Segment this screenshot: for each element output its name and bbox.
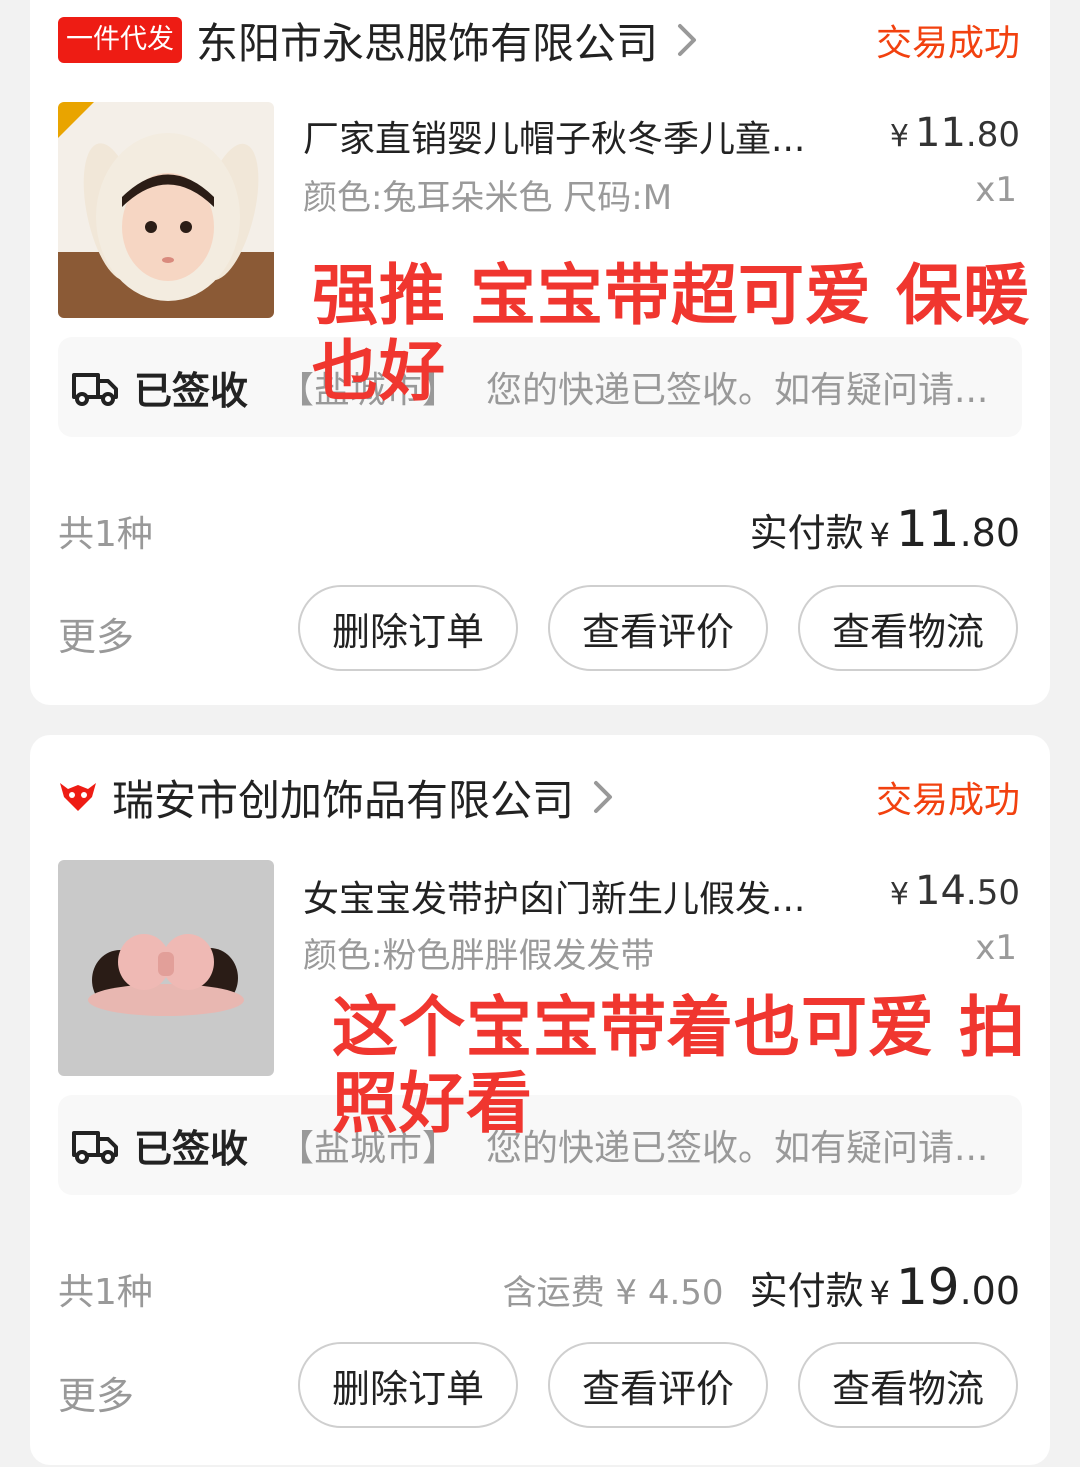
- shipping-fee: 含运费 ¥ 4.50: [502, 1273, 724, 1313]
- tmall-icon: [60, 783, 96, 811]
- overlay-line: 照好看: [332, 1065, 533, 1142]
- overlay-caption: 强推 宝宝带超可爱 保暖 也好: [312, 258, 1030, 410]
- logistics-status: 已签收: [134, 368, 249, 413]
- more-link[interactable]: 更多: [58, 606, 134, 661]
- product-variant: 颜色:粉色胖胖假发发带: [303, 936, 655, 976]
- delete-order-button[interactable]: 删除订单: [298, 585, 518, 671]
- view-review-button[interactable]: 查看评价: [548, 1342, 768, 1428]
- store-name[interactable]: 瑞安市创加饰品有限公司: [112, 767, 574, 828]
- product-image[interactable]: [58, 860, 274, 1076]
- more-link[interactable]: 更多: [58, 1365, 134, 1420]
- chevron-right-icon[interactable]: [590, 777, 616, 817]
- wig-headband-image: [58, 860, 274, 1076]
- chevron-right-icon[interactable]: [674, 20, 700, 60]
- baby-hat-image: [58, 102, 274, 318]
- overlay-caption: 这个宝宝带着也可爱 拍 照好看: [332, 990, 1026, 1142]
- order-card[interactable]: 一件代发 东阳市永思服饰有限公司 交易成功 厂家直销婴儿帽子秋冬季儿童... ¥…: [30, 0, 1050, 705]
- view-logistics-button[interactable]: 查看物流: [798, 585, 1018, 671]
- view-logistics-button[interactable]: 查看物流: [798, 1342, 1018, 1428]
- product-image[interactable]: [58, 102, 274, 318]
- delete-order-button[interactable]: 删除订单: [298, 1342, 518, 1428]
- overlay-line: 这个宝宝带着也可爱 拍: [332, 989, 1026, 1066]
- product-title[interactable]: 厂家直销婴儿帽子秋冬季儿童...: [303, 110, 843, 162]
- product-price: ¥11.80: [889, 110, 1020, 156]
- order-total: 实付款 ¥11.80: [749, 500, 1020, 558]
- truck-icon: [72, 373, 118, 406]
- store-row[interactable]: 瑞安市创加饰品有限公司 交易成功: [58, 767, 1020, 827]
- order-total: 含运费 ¥ 4.50 实付款 ¥19.00: [502, 1258, 1020, 1316]
- product-price: ¥14.50: [889, 868, 1020, 914]
- order-status: 交易成功: [875, 23, 1020, 64]
- store-name[interactable]: 东阳市永思服饰有限公司: [196, 10, 658, 71]
- view-review-button[interactable]: 查看评价: [548, 585, 768, 671]
- item-count: 共1种: [58, 514, 153, 555]
- product-variant: 颜色:兔耳朵米色 尺码:M: [303, 178, 673, 218]
- order-card[interactable]: 瑞安市创加饰品有限公司 交易成功 女宝宝发带护囟门新生儿假发... ¥14.50…: [30, 735, 1050, 1465]
- dropship-badge: 一件代发: [58, 17, 182, 63]
- logistics-status: 已签收: [134, 1126, 249, 1171]
- product-title[interactable]: 女宝宝发带护囟门新生儿假发...: [303, 870, 843, 922]
- item-count: 共1种: [58, 1272, 153, 1313]
- product-quantity: x1: [975, 170, 1017, 210]
- store-row[interactable]: 一件代发 东阳市永思服饰有限公司 交易成功: [58, 10, 1020, 70]
- product-quantity: x1: [975, 928, 1017, 968]
- order-status: 交易成功: [875, 780, 1020, 821]
- overlay-line: 也好: [312, 333, 446, 410]
- overlay-line: 强推 宝宝带超可爱 保暖: [312, 257, 1030, 334]
- truck-icon: [72, 1131, 118, 1164]
